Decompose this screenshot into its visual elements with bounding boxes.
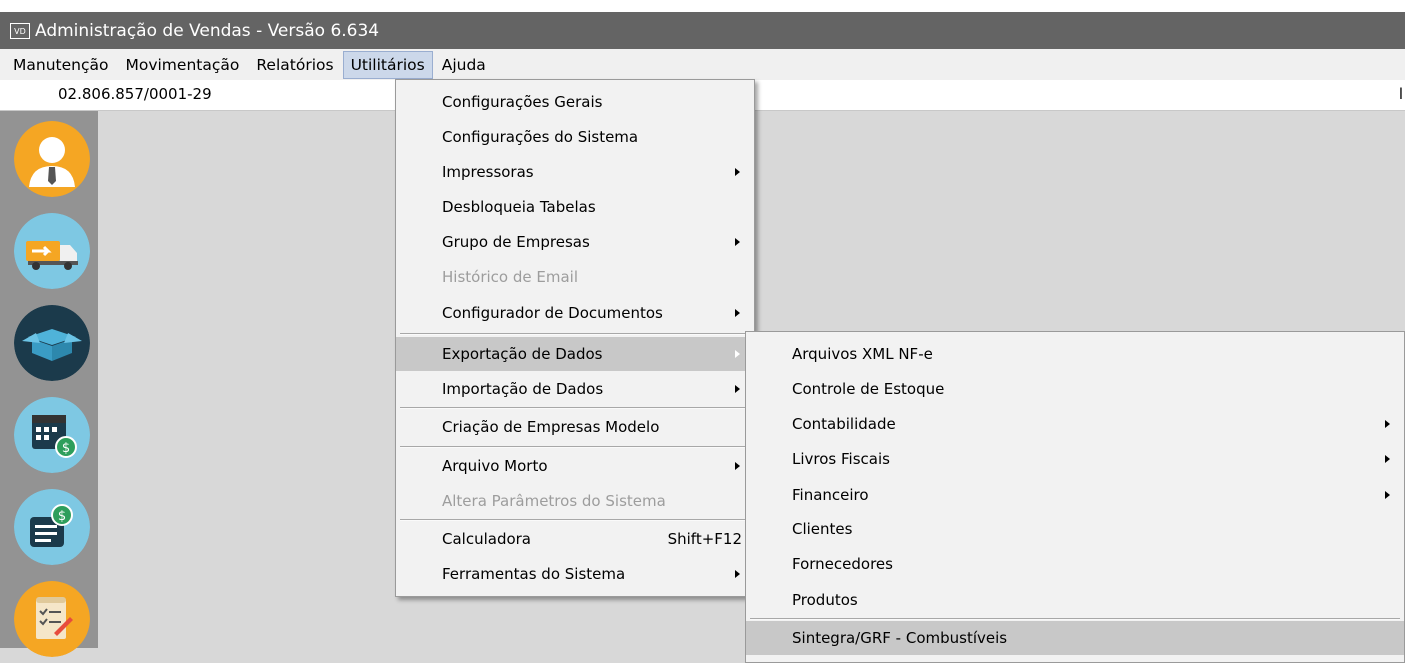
menu-item-configuracoes-sistema[interactable]: Configurações do Sistema: [396, 120, 754, 154]
menu-item-criacao-empresas-modelo[interactable]: Criação de Empresas Modelo: [396, 410, 754, 444]
submenu-item-sintegra-grf[interactable]: Sintegra/GRF - Combustíveis: [746, 621, 1404, 655]
menu-item-historico-email: Histórico de Email: [396, 260, 754, 294]
user-icon: [14, 121, 90, 197]
menu-item-label: Ferramentas do Sistema: [442, 565, 626, 583]
submenu-arrow-icon: [735, 350, 740, 358]
menu-item-label: Grupo de Empresas: [442, 233, 590, 251]
submenu-item-financeiro[interactable]: Financeiro: [746, 478, 1404, 512]
menu-separator: [400, 446, 750, 448]
submenu-item-arquivos-xml[interactable]: Arquivos XML NF-e: [746, 337, 1404, 371]
sidebar-button-delivery[interactable]: [14, 213, 90, 289]
submenu-item-livros-fiscais[interactable]: Livros Fiscais: [746, 442, 1404, 476]
checklist-icon: [14, 581, 90, 657]
sidebar-button-checklist[interactable]: [14, 581, 90, 657]
sidebar-button-products[interactable]: [14, 305, 90, 381]
exportacao-submenu: Arquivos XML NF-e Controle de Estoque Co…: [745, 331, 1405, 663]
svg-text:$: $: [58, 509, 66, 524]
menu-item-calculadora[interactable]: Calculadora Shift+F12: [396, 522, 754, 556]
menu-movimentacao[interactable]: Movimentação: [117, 51, 247, 79]
window-title: Administração de Vendas - Versão 6.634: [35, 20, 380, 41]
submenu-arrow-icon: [1385, 491, 1390, 499]
calendar-money-icon: $: [14, 397, 90, 473]
menu-item-label: Produtos: [792, 591, 858, 609]
menu-item-label: Arquivo Morto: [442, 457, 548, 475]
submenu-arrow-icon: [735, 462, 740, 470]
menu-bar: Manutenção Movimentação Relatórios Utili…: [0, 49, 1405, 80]
menu-item-label: Histórico de Email: [442, 268, 578, 286]
menu-separator: [400, 519, 750, 521]
sidebar-button-billing[interactable]: $: [14, 489, 90, 565]
menu-item-label: Calculadora: [442, 530, 532, 548]
submenu-item-contabilidade[interactable]: Contabilidade: [746, 407, 1404, 441]
company-cnpj: 02.806.857/0001-29: [58, 85, 212, 103]
submenu-arrow-icon: [735, 385, 740, 393]
submenu-arrow-icon: [735, 570, 740, 578]
box-icon: [14, 305, 90, 381]
menu-ajuda[interactable]: Ajuda: [434, 51, 494, 79]
menu-item-label: Livros Fiscais: [792, 450, 890, 468]
menu-item-grupo-empresas[interactable]: Grupo de Empresas: [396, 225, 754, 259]
submenu-item-controle-estoque[interactable]: Controle de Estoque: [746, 372, 1404, 406]
submenu-arrow-icon: [1385, 455, 1390, 463]
svg-text:$: $: [62, 441, 70, 456]
menu-separator: [400, 333, 750, 335]
menu-item-arquivo-morto[interactable]: Arquivo Morto: [396, 449, 754, 483]
submenu-arrow-icon: [735, 238, 740, 246]
sidebar: $ $: [0, 111, 98, 657]
menu-item-label: Controle de Estoque: [792, 380, 945, 398]
billing-document-icon: $: [14, 489, 90, 565]
menu-item-label: Configurações do Sistema: [442, 128, 639, 146]
utilitarios-menu: Configurações Gerais Configurações do Si…: [395, 79, 755, 597]
menu-item-label: Fornecedores: [792, 555, 893, 573]
menu-item-importacao-dados[interactable]: Importação de Dados: [396, 372, 754, 406]
menu-item-label: Configurador de Documentos: [442, 304, 663, 322]
menu-item-impressoras[interactable]: Impressoras: [396, 155, 754, 189]
menu-item-desbloqueia-tabelas[interactable]: Desbloqueia Tabelas: [396, 190, 754, 224]
submenu-item-produtos[interactable]: Produtos: [746, 583, 1404, 617]
menu-item-configurador-documentos[interactable]: Configurador de Documentos: [396, 296, 754, 330]
menu-item-label: Clientes: [792, 520, 853, 538]
menu-item-label: Exportação de Dados: [442, 345, 603, 363]
menu-item-label: Financeiro: [792, 486, 869, 504]
menu-item-label: Altera Parâmetros do Sistema: [442, 492, 666, 510]
sidebar-button-user[interactable]: [14, 121, 90, 197]
submenu-arrow-icon: [735, 309, 740, 317]
delivery-truck-icon: [14, 213, 90, 289]
menu-relatorios[interactable]: Relatórios: [248, 51, 341, 79]
submenu-item-clientes[interactable]: Clientes: [746, 512, 1404, 546]
menu-item-exportacao-dados[interactable]: Exportação de Dados: [396, 337, 754, 371]
window-top-strip: [0, 0, 1405, 12]
menu-item-configuracoes-gerais[interactable]: Configurações Gerais: [396, 85, 754, 119]
menu-separator: [750, 618, 1400, 620]
menu-manutencao[interactable]: Manutenção: [0, 51, 116, 79]
menu-item-label: Impressoras: [442, 163, 534, 181]
submenu-item-fornecedores[interactable]: Fornecedores: [746, 547, 1404, 581]
menu-item-shortcut: Shift+F12: [667, 530, 742, 548]
title-bar: VD Administração de Vendas - Versão 6.63…: [0, 12, 1405, 49]
submenu-arrow-icon: [1385, 420, 1390, 428]
menu-item-label: Criação de Empresas Modelo: [442, 418, 660, 436]
sidebar-button-calendar[interactable]: $: [14, 397, 90, 473]
menu-utilitarios[interactable]: Utilitários: [342, 50, 433, 79]
menu-item-label: Importação de Dados: [442, 380, 604, 398]
menu-separator: [400, 407, 750, 409]
menu-item-label: Arquivos XML NF-e: [792, 345, 933, 363]
menu-item-label: Contabilidade: [792, 415, 896, 433]
menu-item-label: Configurações Gerais: [442, 93, 603, 111]
menu-item-label: Sintegra/GRF - Combustíveis: [792, 629, 1008, 647]
submenu-arrow-icon: [735, 168, 740, 176]
menu-item-ferramentas-sistema[interactable]: Ferramentas do Sistema: [396, 557, 754, 591]
company-info-right: l: [1398, 85, 1403, 103]
menu-item-altera-parametros: Altera Parâmetros do Sistema: [396, 484, 754, 518]
app-logo-icon: VD: [10, 22, 30, 39]
menu-item-label: Desbloqueia Tabelas: [442, 198, 596, 216]
